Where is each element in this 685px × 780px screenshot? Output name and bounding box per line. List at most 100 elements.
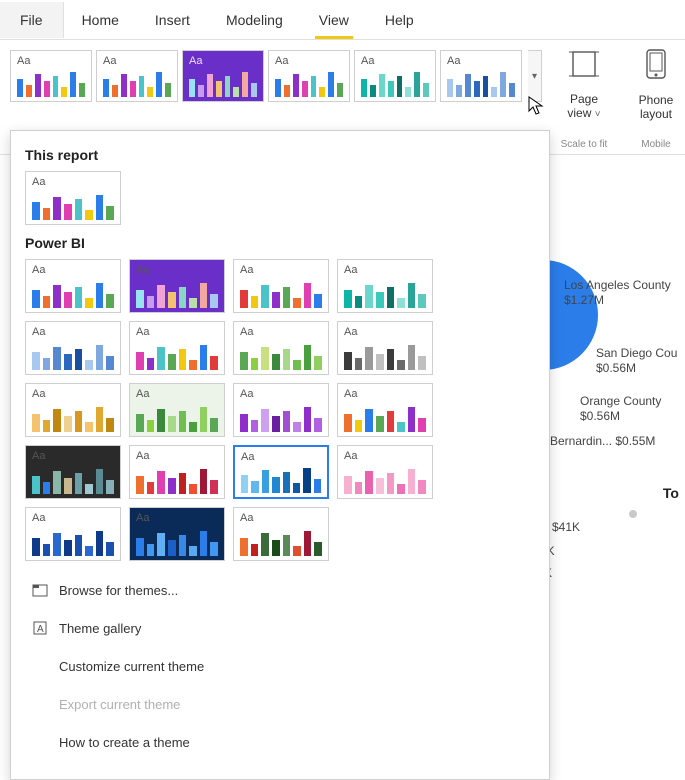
theme-bars-icon bbox=[240, 282, 322, 308]
dropdown-theme-gallery[interactable]: A Theme gallery bbox=[25, 609, 535, 647]
blank-icon bbox=[31, 657, 49, 675]
theme-bars-icon bbox=[344, 468, 426, 494]
theme-bars-icon bbox=[103, 71, 171, 97]
theme-thumbnail[interactable]: Aa bbox=[268, 50, 350, 102]
menu-file[interactable]: File bbox=[0, 2, 64, 38]
ribbon-themes-dropdown-handle[interactable]: ▾ bbox=[528, 50, 542, 102]
pie-label-oc: Orange County$0.56M bbox=[580, 394, 661, 424]
theme-bars-icon bbox=[32, 194, 114, 220]
theme-thumbnail[interactable]: Aa bbox=[96, 50, 178, 102]
theme-aa-label: Aa bbox=[240, 388, 322, 400]
theme-thumbnail[interactable]: Aa bbox=[337, 383, 433, 437]
this-report-theme-grid: Aa bbox=[25, 171, 535, 225]
theme-bars-icon bbox=[240, 344, 322, 370]
theme-aa-label: Aa bbox=[32, 450, 114, 462]
theme-bars-icon bbox=[136, 468, 218, 494]
theme-bars-icon bbox=[32, 468, 114, 494]
theme-aa-label: Aa bbox=[240, 326, 322, 338]
theme-aa-label: Aa bbox=[136, 388, 218, 400]
pie-label-la: Los Angeles County$1.27M bbox=[564, 278, 671, 308]
right-panel-heading: To bbox=[663, 485, 679, 501]
theme-thumbnail[interactable]: Aa bbox=[233, 445, 329, 499]
theme-thumbnail[interactable]: Aa bbox=[129, 383, 225, 437]
menu-insert[interactable]: Insert bbox=[137, 2, 208, 38]
theme-bars-icon bbox=[136, 282, 218, 308]
menu-help[interactable]: Help bbox=[367, 2, 432, 38]
theme-thumbnail[interactable]: Aa bbox=[25, 383, 121, 437]
dropdown-actions-list: Browse for themes... A Theme gallery Cus… bbox=[25, 571, 535, 761]
power-bi-theme-grid: AaAaAaAaAaAaAaAaAaAaAaAaAaAaAaAaAaAaAa bbox=[25, 259, 535, 561]
theme-aa-label: Aa bbox=[241, 451, 321, 463]
theme-thumbnail[interactable]: Aa bbox=[354, 50, 436, 102]
theme-aa-label: Aa bbox=[136, 450, 218, 462]
menu-home[interactable]: Home bbox=[64, 2, 137, 38]
theme-thumbnail[interactable]: Aa bbox=[337, 259, 433, 313]
phone-layout-footer: Mobile bbox=[641, 139, 670, 150]
theme-aa-label: Aa bbox=[447, 55, 515, 67]
theme-aa-label: Aa bbox=[240, 512, 322, 524]
browse-icon bbox=[31, 581, 49, 599]
theme-aa-label: Aa bbox=[275, 55, 343, 67]
theme-thumbnail[interactable]: Aa bbox=[129, 445, 225, 499]
dropdown-customize-label: Customize current theme bbox=[59, 659, 204, 674]
theme-bars-icon bbox=[17, 71, 85, 97]
ribbon-phone-layout[interactable]: Phone layout Mobile bbox=[620, 40, 685, 154]
menubar: File Home Insert Modeling View Help bbox=[0, 0, 685, 40]
theme-thumbnail[interactable]: Aa bbox=[440, 50, 522, 102]
theme-thumbnail[interactable]: Aa bbox=[129, 507, 225, 561]
blank-icon bbox=[31, 733, 49, 751]
theme-aa-label: Aa bbox=[32, 512, 114, 524]
theme-bars-icon bbox=[136, 344, 218, 370]
page-view-label: Page view ˅ bbox=[567, 92, 600, 122]
cursor-icon bbox=[528, 96, 544, 116]
theme-aa-label: Aa bbox=[240, 264, 322, 276]
dropdown-gallery-label: Theme gallery bbox=[59, 621, 141, 636]
theme-thumbnail[interactable]: Aa bbox=[129, 321, 225, 375]
theme-bars-icon bbox=[241, 467, 321, 493]
page-view-icon bbox=[566, 48, 602, 80]
dropdown-browse-themes[interactable]: Browse for themes... bbox=[25, 571, 535, 609]
theme-bars-icon bbox=[32, 530, 114, 556]
theme-bars-icon bbox=[344, 282, 426, 308]
chevron-down-icon: ▾ bbox=[532, 71, 537, 82]
theme-thumbnail[interactable]: Aa bbox=[25, 259, 121, 313]
theme-thumbnail[interactable]: Aa bbox=[25, 445, 121, 499]
scrollbar-thumb[interactable] bbox=[629, 510, 637, 518]
theme-thumbnail[interactable]: Aa bbox=[182, 50, 264, 102]
theme-thumbnail[interactable]: Aa bbox=[25, 507, 121, 561]
theme-thumbnail[interactable]: Aa bbox=[25, 171, 121, 225]
theme-aa-label: Aa bbox=[344, 264, 426, 276]
theme-aa-label: Aa bbox=[189, 55, 257, 67]
ribbon-page-view[interactable]: Page view ˅ Scale to fit bbox=[548, 40, 620, 154]
pie-label-sd: San Diego Cou$0.56M bbox=[596, 346, 677, 376]
theme-thumbnail[interactable]: Aa bbox=[337, 445, 433, 499]
theme-aa-label: Aa bbox=[344, 450, 426, 462]
theme-aa-label: Aa bbox=[103, 55, 171, 67]
dropdown-customize-theme[interactable]: Customize current theme bbox=[25, 647, 535, 685]
theme-aa-label: Aa bbox=[32, 176, 114, 188]
theme-thumbnail[interactable]: Aa bbox=[233, 321, 329, 375]
theme-aa-label: Aa bbox=[344, 326, 426, 338]
ribbon-themes-row: Aa Aa Aa Aa Aa Aa bbox=[10, 50, 522, 102]
theme-thumbnail[interactable]: Aa bbox=[129, 259, 225, 313]
theme-bars-icon bbox=[361, 71, 429, 97]
theme-thumbnail[interactable]: Aa bbox=[233, 383, 329, 437]
theme-bars-icon bbox=[447, 71, 515, 97]
theme-thumbnail[interactable]: Aa bbox=[10, 50, 92, 102]
theme-thumbnail[interactable]: Aa bbox=[337, 321, 433, 375]
theme-thumbnail[interactable]: Aa bbox=[25, 321, 121, 375]
blank-icon bbox=[31, 695, 49, 713]
theme-bars-icon bbox=[32, 344, 114, 370]
theme-aa-label: Aa bbox=[136, 512, 218, 524]
theme-thumbnail[interactable]: Aa bbox=[233, 507, 329, 561]
phone-layout-icon bbox=[638, 48, 674, 80]
menu-view[interactable]: View bbox=[301, 2, 367, 38]
pie-label-sb: n Bernardin... $0.55M bbox=[540, 434, 655, 449]
theme-bars-icon bbox=[344, 344, 426, 370]
theme-aa-label: Aa bbox=[136, 264, 218, 276]
svg-text:A: A bbox=[37, 624, 44, 635]
menu-modeling[interactable]: Modeling bbox=[208, 2, 301, 38]
theme-aa-label: Aa bbox=[361, 55, 429, 67]
theme-thumbnail[interactable]: Aa bbox=[233, 259, 329, 313]
dropdown-how-to[interactable]: How to create a theme bbox=[25, 723, 535, 761]
